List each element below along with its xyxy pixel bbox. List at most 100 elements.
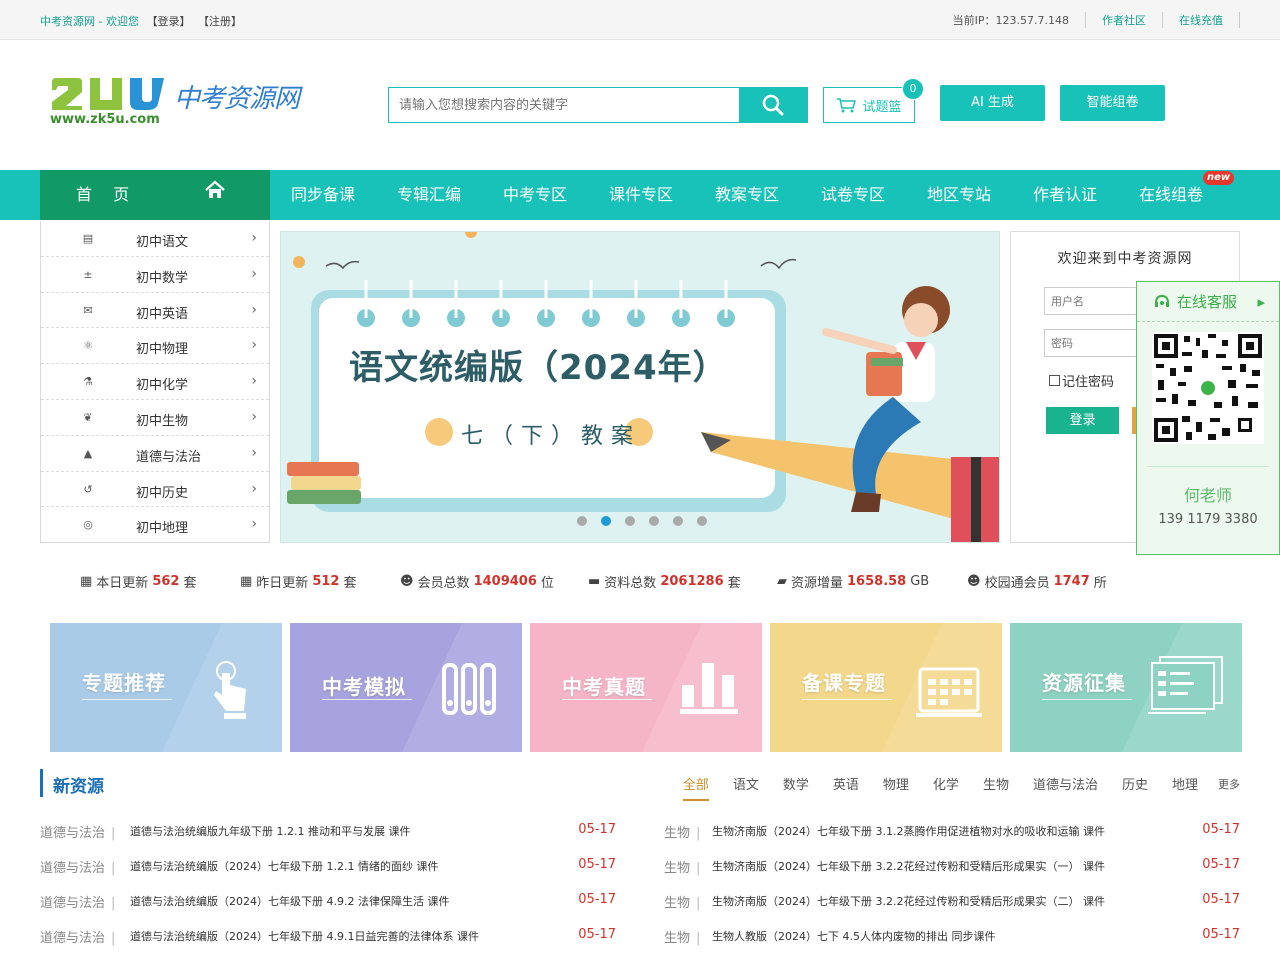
- resource-title[interactable]: 道德与法治统编版九年级下册 1.2.1 推动和平与发展 课件: [130, 823, 570, 839]
- list-item[interactable]: 生物 | 生物济南版（2024）七年级下册 3.2.2花经过传粉和受精后形成果实（一…: [664, 853, 1240, 888]
- sidebar-item-physics[interactable]: ⚛ 初中物理 ›: [41, 328, 269, 365]
- nav-item-regions[interactable]: 地区专站: [927, 170, 991, 220]
- nav-home-label: 首 页: [76, 185, 138, 204]
- tab-biology[interactable]: 生物: [983, 774, 1009, 801]
- nav-item-author-cert[interactable]: 作者认证: [1033, 170, 1097, 220]
- logo-title: 中考资源网: [174, 84, 300, 114]
- resource-title[interactable]: 生物人教版（2024）七下 4.5人体内废物的排出 同步课件: [712, 928, 1152, 944]
- tab-physics[interactable]: 物理: [883, 774, 909, 801]
- resource-subject: 生物 |: [664, 896, 701, 911]
- resource-date: 05-17: [1202, 892, 1240, 907]
- list-item[interactable]: 道德与法治 | 道德与法治统编版（2024）七年级下册 4.9.1日益完善的法律体系…: [40, 923, 616, 958]
- subject-tabs: 全部 语文 数学 英语 物理 化学 生物 道德与法治 历史 地理 更多: [659, 774, 1240, 801]
- list-item[interactable]: 道德与法治 | 道德与法治统编版（2024）七年级下册 1.2.1 情绪的面纱 课件…: [40, 853, 616, 888]
- list-item[interactable]: 生物 | 生物济南版（2024）七年级下册 3.1.2蒸腾作用促进植物对水的吸收和运…: [664, 818, 1240, 853]
- sidebar-item-english[interactable]: ✉ 初中英语 ›: [41, 293, 269, 329]
- headset-icon: [1155, 294, 1169, 307]
- drive-icon: ▬: [588, 574, 601, 589]
- online-recharge-link[interactable]: 在线充值: [1162, 12, 1240, 28]
- nav-item-album[interactable]: 专辑汇编: [397, 170, 461, 220]
- qr-code-image: [1152, 332, 1264, 444]
- nav-item-zhongkao[interactable]: 中考专区: [503, 170, 567, 220]
- users-icon: ☻: [967, 574, 981, 589]
- carousel-dot[interactable]: [697, 516, 707, 526]
- carousel-dot[interactable]: [577, 516, 587, 526]
- carousel-dot[interactable]: [625, 516, 635, 526]
- resource-title[interactable]: 生物济南版（2024）七年级下册 3.1.2蒸腾作用促进植物对水的吸收和运输 课…: [712, 823, 1152, 839]
- tab-morality-law[interactable]: 道德与法治: [1033, 774, 1098, 801]
- tile-zhongkao-real[interactable]: 中考真题: [530, 623, 762, 752]
- stat-value: 1747: [1053, 574, 1090, 589]
- tab-english[interactable]: 英语: [833, 774, 859, 801]
- tab-history[interactable]: 历史: [1122, 774, 1148, 801]
- sidebar-item-chinese[interactable]: ▤ 初中语文 ›: [41, 221, 269, 257]
- more-link[interactable]: 更多: [1218, 774, 1240, 801]
- list-item[interactable]: 道德与法治 | 道德与法治统编版（2024）七年级下册 4.9.2 法律保障生活 课…: [40, 888, 616, 923]
- sidebar-item-chemistry[interactable]: ⚗ 初中化学 ›: [41, 364, 269, 400]
- ai-generate-button[interactable]: AI 生成: [940, 85, 1045, 121]
- sidebar-item-biology[interactable]: ❦ 初中生物 ›: [41, 400, 269, 436]
- nav-item-papers[interactable]: 试卷专区: [821, 170, 885, 220]
- search-button[interactable]: [739, 87, 807, 123]
- site-logo[interactable]: 中考资源网 www.zk5u.com: [50, 76, 300, 127]
- register-link[interactable]: 【注册】: [198, 15, 242, 28]
- tab-chinese[interactable]: 语文: [733, 774, 759, 801]
- sidebar-item-label: 初中生物: [136, 413, 189, 429]
- tile-label: 专题推荐: [82, 671, 166, 695]
- nav-item-courseware[interactable]: 课件专区: [609, 170, 673, 220]
- login-button[interactable]: 登录: [1046, 407, 1119, 434]
- nav-item-online-compose[interactable]: 在线组卷: [1139, 170, 1203, 220]
- resource-title[interactable]: 道德与法治统编版（2024）七年级下册 1.2.1 情绪的面纱 课件: [130, 858, 570, 874]
- tab-math[interactable]: 数学: [783, 774, 809, 801]
- tile-resource-collection[interactable]: 资源征集: [1010, 623, 1242, 752]
- resource-subject: 生物 |: [664, 826, 701, 841]
- logo-graphic: [52, 78, 164, 110]
- logo-url: www.zk5u.com: [50, 112, 160, 127]
- logo-mark: [50, 76, 168, 112]
- stat-campus-members: ☻ 校园通会员 1747 所: [967, 572, 1107, 591]
- list-item[interactable]: 道德与法治 | 道德与法治统编版九年级下册 1.2.1 推动和平与发展 课件 05-1…: [40, 818, 616, 853]
- tile-topic-recommend[interactable]: 专题推荐: [50, 623, 282, 752]
- nav-item-sync[interactable]: 同步备课: [291, 170, 355, 220]
- flask-icon: ⚗: [83, 375, 93, 389]
- carousel-dot[interactable]: [649, 516, 659, 526]
- tab-geography[interactable]: 地理: [1172, 774, 1198, 801]
- service-header[interactable]: 在线客服 ▸: [1137, 282, 1279, 322]
- stat-unit: 所: [1093, 576, 1107, 591]
- resource-title[interactable]: 道德与法治统编版（2024）七年级下册 4.9.2 法律保障生活 课件: [130, 893, 570, 909]
- hero-banner[interactable]: 语文统编版（2024年） 七（下）教案: [280, 231, 1000, 543]
- list-item[interactable]: 生物 | 生物人教版（2024）七下 4.5人体内废物的排出 同步课件 05-17: [664, 923, 1240, 958]
- remember-checkbox[interactable]: [1049, 375, 1060, 386]
- remember-password[interactable]: 记住密码: [1049, 371, 1114, 390]
- resource-title[interactable]: 生物济南版（2024）七年级下册 3.2.2花经过传粉和受精后形成果实（二） 课…: [712, 893, 1152, 909]
- sidebar-item-morality-law[interactable]: ▲ 道德与法治 ›: [41, 436, 269, 472]
- sidebar-item-history[interactable]: ↺ 初中历史 ›: [41, 472, 269, 508]
- sidebar-item-label: 初中物理: [136, 342, 189, 358]
- resource-title[interactable]: 道德与法治统编版（2024）七年级下册 4.9.1日益完善的法律体系 课件: [130, 928, 570, 944]
- tab-chemistry[interactable]: 化学: [933, 774, 959, 801]
- resource-subject: 道德与法治 |: [40, 896, 116, 911]
- nav-item-lesson-plans[interactable]: 教案专区: [715, 170, 779, 220]
- tile-lesson-prep[interactable]: 备课专题: [770, 623, 1002, 752]
- search-input[interactable]: [389, 88, 739, 122]
- carousel-dot-active[interactable]: [601, 516, 611, 526]
- resource-subject: 道德与法治 |: [40, 931, 116, 946]
- resource-title[interactable]: 生物济南版（2024）七年级下册 3.2.2花经过传粉和受精后形成果实（一） 课…: [712, 858, 1152, 874]
- stat-label: 校园通会员: [984, 576, 1050, 591]
- stat-label: 资源增量: [791, 576, 844, 591]
- section-accent-bar: [40, 769, 43, 797]
- tab-all[interactable]: 全部: [682, 774, 709, 801]
- author-community-link[interactable]: 作者社区: [1085, 12, 1162, 28]
- login-link[interactable]: 【登录】: [146, 15, 190, 28]
- smart-compose-button[interactable]: 智能组卷: [1060, 85, 1165, 121]
- list-item[interactable]: 生物 | 生物济南版（2024）七年级下册 3.2.2花经过传粉和受精后形成果实（二…: [664, 888, 1240, 923]
- sidebar-item-math[interactable]: ± 初中数学 ›: [41, 257, 269, 293]
- question-basket-button[interactable]: 试题篮 0: [823, 78, 924, 123]
- service-contact-name: 何老师: [1183, 486, 1232, 505]
- resource-list-right: 生物 | 生物济南版（2024）七年级下册 3.1.2蒸腾作用促进植物对水的吸收和运…: [664, 818, 1240, 958]
- nav-home[interactable]: 首 页: [40, 170, 270, 220]
- tile-zhongkao-mock[interactable]: 中考模拟: [290, 623, 522, 752]
- tile-label: 中考真题: [562, 675, 646, 699]
- carousel-dot[interactable]: [673, 516, 683, 526]
- sidebar-item-geography[interactable]: ◎ 初中地理 ›: [41, 507, 269, 543]
